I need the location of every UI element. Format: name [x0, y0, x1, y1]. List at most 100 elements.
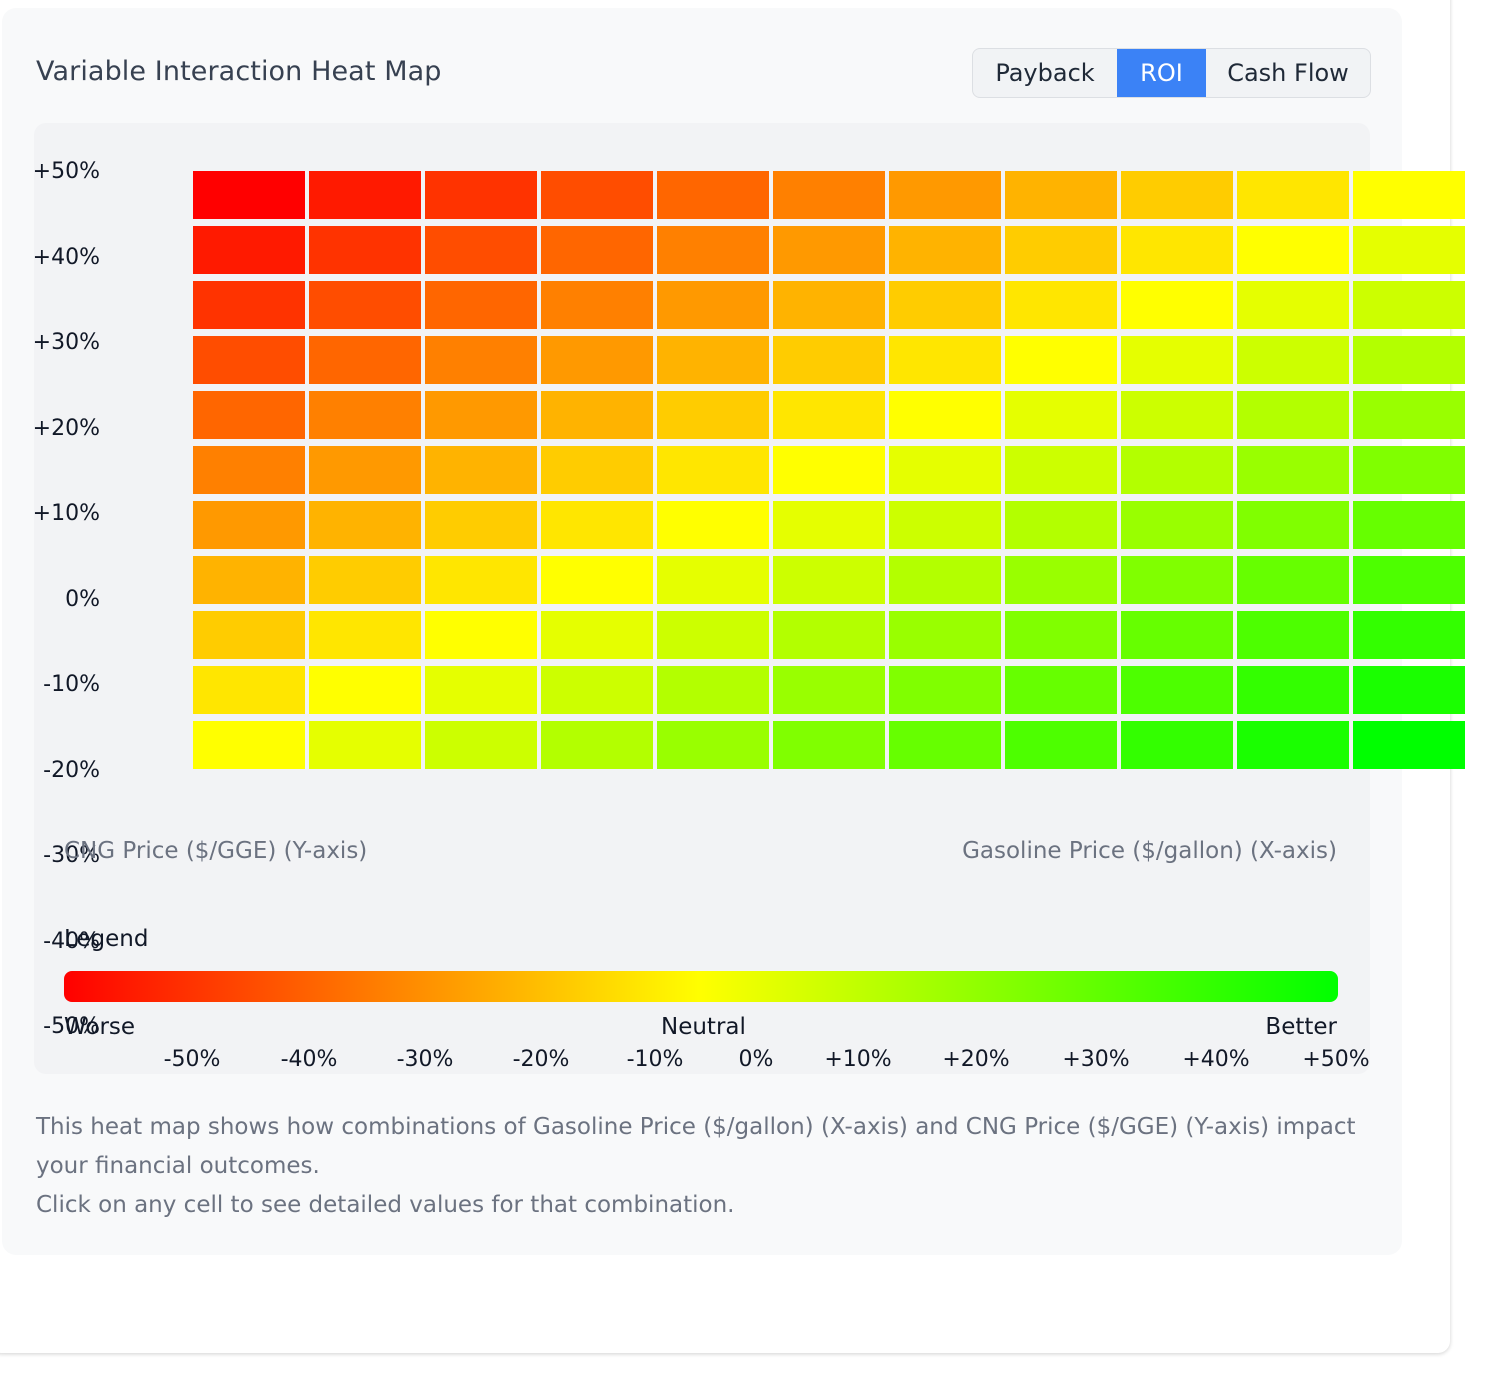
heatmap-cell-r0-c9[interactable] — [1237, 171, 1349, 219]
heatmap-cell-r10-c3[interactable] — [541, 721, 653, 769]
heatmap-cell-r4-c3[interactable] — [541, 391, 653, 439]
heatmap-cell-r2-c10[interactable] — [1353, 281, 1465, 329]
heatmap-cell-r8-c5[interactable] — [773, 611, 885, 659]
heatmap-cell-r7-c4[interactable] — [657, 556, 769, 604]
heatmap-cell-r2-c6[interactable] — [889, 281, 1001, 329]
heatmap-cell-r10-c0[interactable] — [193, 721, 305, 769]
heatmap-cell-r4-c4[interactable] — [657, 391, 769, 439]
heatmap-cell-r2-c0[interactable] — [193, 281, 305, 329]
heatmap-cell-r5-c0[interactable] — [193, 446, 305, 494]
heatmap-cell-r5-c3[interactable] — [541, 446, 653, 494]
heatmap-cell-r0-c5[interactable] — [773, 171, 885, 219]
heatmap-cell-r3-c9[interactable] — [1237, 336, 1349, 384]
heatmap-cell-r1-c0[interactable] — [193, 226, 305, 274]
heatmap-cell-r7-c10[interactable] — [1353, 556, 1465, 604]
heatmap-cell-r4-c8[interactable] — [1121, 391, 1233, 439]
heatmap-cell-r0-c3[interactable] — [541, 171, 653, 219]
heatmap-cell-r8-c9[interactable] — [1237, 611, 1349, 659]
heatmap-cell-r1-c5[interactable] — [773, 226, 885, 274]
heatmap-cell-r10-c4[interactable] — [657, 721, 769, 769]
heatmap-cell-r6-c3[interactable] — [541, 501, 653, 549]
heatmap-cell-r3-c2[interactable] — [425, 336, 537, 384]
heatmap-cell-r3-c7[interactable] — [1005, 336, 1117, 384]
heatmap-cell-r3-c0[interactable] — [193, 336, 305, 384]
heatmap-cell-r7-c8[interactable] — [1121, 556, 1233, 604]
heatmap-cell-r8-c1[interactable] — [309, 611, 421, 659]
heatmap-cell-r6-c1[interactable] — [309, 501, 421, 549]
heatmap-cell-r8-c3[interactable] — [541, 611, 653, 659]
heatmap-cell-r10-c1[interactable] — [309, 721, 421, 769]
heatmap-cell-r8-c2[interactable] — [425, 611, 537, 659]
heatmap-cell-r5-c5[interactable] — [773, 446, 885, 494]
heatmap-cell-r2-c2[interactable] — [425, 281, 537, 329]
heatmap-cell-r5-c9[interactable] — [1237, 446, 1349, 494]
heatmap-cell-r0-c6[interactable] — [889, 171, 1001, 219]
heatmap-cell-r6-c10[interactable] — [1353, 501, 1465, 549]
heatmap-cell-r3-c1[interactable] — [309, 336, 421, 384]
heatmap-cell-r4-c2[interactable] — [425, 391, 537, 439]
heatmap-cell-r10-c9[interactable] — [1237, 721, 1349, 769]
heatmap-cell-r1-c9[interactable] — [1237, 226, 1349, 274]
heatmap-cell-r0-c0[interactable] — [193, 171, 305, 219]
heatmap-cell-r10-c5[interactable] — [773, 721, 885, 769]
heatmap-cell-r6-c2[interactable] — [425, 501, 537, 549]
heatmap-cell-r3-c3[interactable] — [541, 336, 653, 384]
heatmap-cell-r5-c4[interactable] — [657, 446, 769, 494]
heatmap-cell-r3-c8[interactable] — [1121, 336, 1233, 384]
heatmap-cell-r2-c9[interactable] — [1237, 281, 1349, 329]
heatmap-cell-r6-c6[interactable] — [889, 501, 1001, 549]
heatmap-cell-r9-c6[interactable] — [889, 666, 1001, 714]
heatmap-cell-r0-c8[interactable] — [1121, 171, 1233, 219]
heatmap-cell-r7-c5[interactable] — [773, 556, 885, 604]
heatmap-cell-r1-c7[interactable] — [1005, 226, 1117, 274]
heatmap-cell-r2-c3[interactable] — [541, 281, 653, 329]
heatmap-cell-r5-c7[interactable] — [1005, 446, 1117, 494]
heatmap-cell-r8-c6[interactable] — [889, 611, 1001, 659]
heatmap-cell-r7-c7[interactable] — [1005, 556, 1117, 604]
heatmap-cell-r6-c5[interactable] — [773, 501, 885, 549]
heatmap-cell-r10-c10[interactable] — [1353, 721, 1465, 769]
heatmap-cell-r9-c7[interactable] — [1005, 666, 1117, 714]
heatmap-cell-r6-c7[interactable] — [1005, 501, 1117, 549]
heatmap-cell-r10-c2[interactable] — [425, 721, 537, 769]
heatmap-cell-r5-c6[interactable] — [889, 446, 1001, 494]
heatmap-cell-r3-c10[interactable] — [1353, 336, 1465, 384]
heatmap-cell-r6-c9[interactable] — [1237, 501, 1349, 549]
heatmap-cell-r4-c7[interactable] — [1005, 391, 1117, 439]
heatmap-cell-r10-c7[interactable] — [1005, 721, 1117, 769]
heatmap-cell-r7-c9[interactable] — [1237, 556, 1349, 604]
heatmap-cell-r7-c0[interactable] — [193, 556, 305, 604]
heatmap-cell-r7-c6[interactable] — [889, 556, 1001, 604]
heatmap-cell-r2-c8[interactable] — [1121, 281, 1233, 329]
heatmap-cell-r4-c5[interactable] — [773, 391, 885, 439]
heatmap-cell-r7-c2[interactable] — [425, 556, 537, 604]
heatmap-cell-r1-c3[interactable] — [541, 226, 653, 274]
heatmap-cell-r1-c1[interactable] — [309, 226, 421, 274]
heatmap-cell-r0-c4[interactable] — [657, 171, 769, 219]
heatmap-cell-r9-c2[interactable] — [425, 666, 537, 714]
heatmap-cell-r4-c1[interactable] — [309, 391, 421, 439]
heatmap-cell-r6-c0[interactable] — [193, 501, 305, 549]
heatmap-cell-r1-c10[interactable] — [1353, 226, 1465, 274]
heatmap-cell-r9-c0[interactable] — [193, 666, 305, 714]
heatmap-cell-r4-c0[interactable] — [193, 391, 305, 439]
heatmap-cell-r5-c8[interactable] — [1121, 446, 1233, 494]
heatmap-cell-r0-c1[interactable] — [309, 171, 421, 219]
heatmap-cell-r8-c0[interactable] — [193, 611, 305, 659]
heatmap-cell-r9-c9[interactable] — [1237, 666, 1349, 714]
heatmap-cell-r2-c1[interactable] — [309, 281, 421, 329]
heatmap-cell-r9-c4[interactable] — [657, 666, 769, 714]
heatmap-cell-r0-c10[interactable] — [1353, 171, 1465, 219]
heatmap-cell-r9-c3[interactable] — [541, 666, 653, 714]
heatmap-cell-r10-c8[interactable] — [1121, 721, 1233, 769]
heatmap-cell-r4-c9[interactable] — [1237, 391, 1349, 439]
heatmap-cell-r0-c2[interactable] — [425, 171, 537, 219]
heatmap-cell-r3-c4[interactable] — [657, 336, 769, 384]
heatmap-cell-r8-c10[interactable] — [1353, 611, 1465, 659]
heatmap-cell-r8-c7[interactable] — [1005, 611, 1117, 659]
heatmap-cell-r6-c8[interactable] — [1121, 501, 1233, 549]
heatmap-cell-r9-c8[interactable] — [1121, 666, 1233, 714]
heatmap-cell-r8-c8[interactable] — [1121, 611, 1233, 659]
heatmap-cell-r5-c2[interactable] — [425, 446, 537, 494]
heatmap-cell-r4-c10[interactable] — [1353, 391, 1465, 439]
